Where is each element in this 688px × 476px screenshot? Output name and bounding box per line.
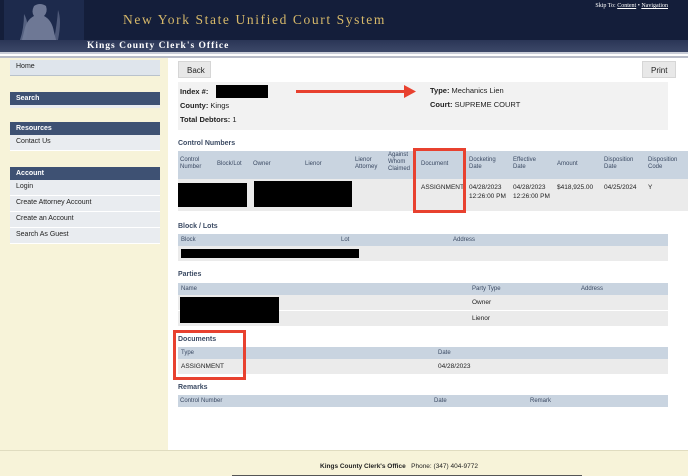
skip-label: Skip To: (595, 3, 616, 9)
documents-header: Type Date (178, 347, 668, 359)
cell-docketing-date: 04/28/2023 12:26:00 PM (469, 184, 506, 200)
col-disposition-date: Disposition Date (604, 157, 634, 170)
block-lot-row (178, 246, 668, 261)
sidebar-item-create-attorney-account[interactable]: Create Attorney Account (10, 196, 160, 212)
site-title: New York State Unified Court System (123, 12, 386, 27)
col-lot: Lot (341, 237, 350, 243)
footer-contact: Kings County Clerk's Office Phone: (347)… (320, 463, 478, 470)
document-row: ASSIGNMENT 04/28/2023 (178, 359, 668, 374)
highlight-document-column (413, 148, 466, 213)
justice-statue-logo (4, 0, 84, 40)
col-control-number: Control Number (180, 157, 202, 170)
col-remark: Remark (530, 398, 552, 404)
col-name: Name (181, 286, 198, 292)
highlight-documents-section (173, 330, 246, 380)
col-block: Block (181, 237, 196, 243)
county-value: Kings (210, 101, 230, 110)
col-remark-control-number: Control Number (180, 398, 223, 404)
index-label: Index #: (180, 87, 209, 96)
sidebar-heading-account: Account (10, 167, 160, 180)
cell-party-type: Owner (472, 299, 492, 306)
print-button[interactable]: Print (642, 61, 676, 78)
type-field: Type: Mechanics Lien (430, 86, 504, 95)
col-owner: Owner (253, 161, 271, 167)
parties-header: Name Party Type Address (178, 283, 668, 295)
col-remark-date: Date (434, 398, 447, 404)
redacted-party-names (180, 297, 279, 323)
cell-disposition-date: 04/25/2024 (604, 184, 637, 191)
col-block-lot: Block/Lot (217, 161, 242, 167)
sidebar-item-home[interactable]: Home (10, 60, 160, 76)
sidebar-item-contact-us[interactable]: Contact Us (10, 135, 160, 151)
cell-doc-date: 04/28/2023 (438, 363, 471, 370)
col-party-address: Address (581, 286, 604, 292)
main-content: Back Print Index #: County: Kings Total … (168, 58, 688, 450)
back-button[interactable]: Back (178, 61, 211, 78)
sidebar-resources-box: Contact Us (10, 135, 160, 151)
county-field: County: Kings (180, 101, 230, 110)
col-lienor: Lienor (305, 161, 322, 167)
arrow-right-icon (404, 85, 416, 98)
skip-links: Skip To: Content • Navigation (595, 3, 668, 9)
sidebar: Home Search Resources Contact Us Account… (0, 58, 168, 450)
skip-content-link[interactable]: Content (617, 3, 636, 9)
office-title: Kings County Clerk's Office (87, 41, 230, 51)
total-debtors-value: 1 (232, 115, 237, 124)
site-header: New York State Unified Court System Skip… (0, 0, 688, 40)
cell-effective-date: 04/28/2023 12:26:00 PM (513, 184, 550, 200)
cell-amount: $418,925.00 (557, 184, 594, 191)
col-lienor-attorney: Lienor Attorney (355, 157, 378, 170)
col-party-type: Party Type (472, 286, 501, 292)
total-debtors-field: Total Debtors: 1 (180, 115, 237, 124)
sidebar-item-login[interactable]: Login (10, 180, 160, 196)
col-docketing-date: Docketing Date (469, 157, 496, 170)
block-lots-header: Block Lot Address (178, 234, 668, 246)
footer: Kings County Clerk's Office Phone: (347)… (0, 450, 688, 476)
col-disposition-code: Disposition Code (648, 157, 678, 170)
cell-party-type: Lienor (472, 315, 491, 322)
section-parties: Parties (178, 271, 202, 278)
skip-navigation-link[interactable]: Navigation (641, 3, 668, 9)
case-summary: Index #: County: Kings Total Debtors: 1 … (178, 82, 668, 130)
type-value: Mechanics Lien (451, 86, 504, 95)
redacted-block-lot (181, 249, 359, 258)
footer-phone: Phone: (347) 404-9772 (411, 463, 478, 470)
redacted-control-number (178, 183, 247, 207)
sidebar-item-create-account[interactable]: Create an Account (10, 212, 160, 228)
footer-office: Kings County Clerk's Office (320, 463, 406, 470)
col-doc-date: Date (438, 350, 451, 356)
sidebar-account-box: Login Create Attorney Account Create an … (10, 180, 160, 244)
remarks-header: Control Number Date Remark (178, 395, 668, 407)
arrow-shaft (296, 90, 406, 93)
redacted-owner-lienor (254, 181, 352, 207)
col-block-address: Address (453, 237, 476, 243)
cell-disposition-code: Y (648, 184, 653, 191)
court-value: SUPREME COURT (454, 100, 521, 109)
section-block-lots: Block / Lots (178, 223, 218, 230)
sidebar-heading-resources: Resources (10, 122, 160, 135)
section-control-numbers: Control Numbers (178, 140, 236, 147)
col-amount: Amount (557, 161, 578, 167)
office-banner: Kings County Clerk's Office (0, 40, 688, 54)
redacted-index (216, 85, 268, 98)
sidebar-search-box (10, 105, 160, 108)
skip-separator: • (637, 3, 640, 9)
sidebar-item-search-as-guest[interactable]: Search As Guest (10, 228, 160, 244)
court-field: Court: SUPREME COURT (430, 100, 521, 109)
sidebar-heading-search[interactable]: Search (10, 92, 160, 105)
col-effective-date: Effective Date (513, 157, 536, 170)
section-remarks: Remarks (178, 384, 208, 391)
